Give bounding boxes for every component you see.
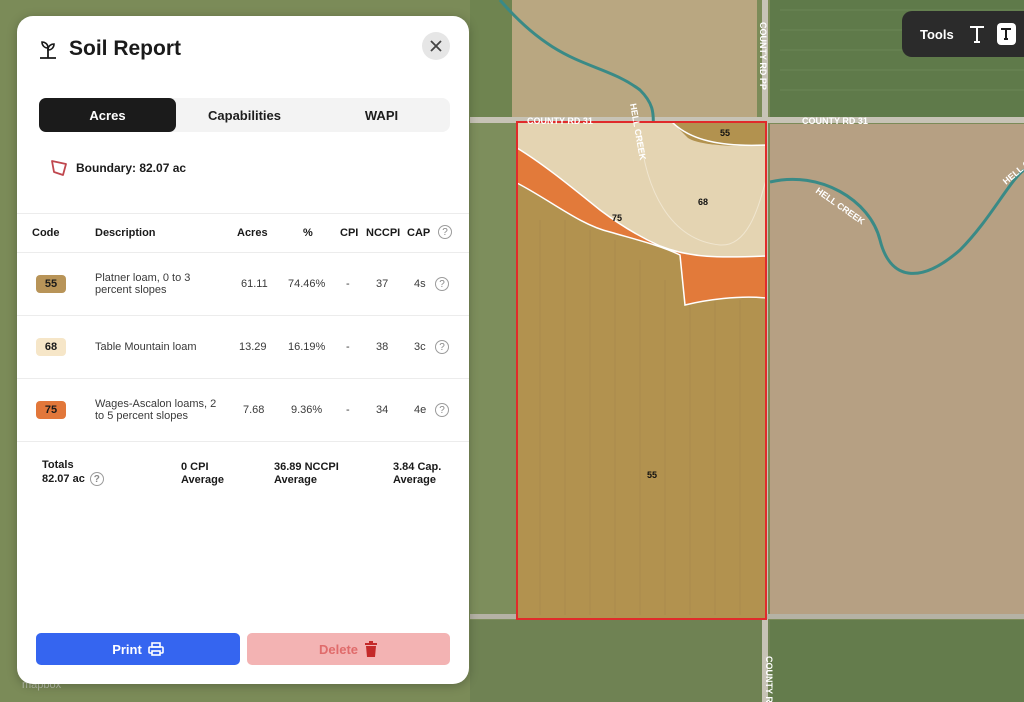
text-icon	[970, 26, 985, 43]
soil-percent: 9.36%	[291, 404, 323, 416]
soil-cpi: -	[346, 341, 350, 353]
soil-cpi: -	[346, 404, 350, 416]
print-label: Print	[112, 641, 142, 657]
totals-cap: 3.84 Cap. Average	[393, 461, 441, 487]
tools-label: Tools	[920, 26, 954, 42]
header-description: Description	[95, 227, 156, 239]
delete-button[interactable]: Delete	[247, 633, 450, 665]
delete-label: Delete	[318, 641, 359, 657]
soil-cpi: -	[346, 278, 350, 290]
boundary-text: Boundary: 82.07 ac	[76, 161, 187, 175]
print-button[interactable]: Print	[36, 633, 240, 665]
totals-label-block: Totals 82.07 ac ?	[42, 459, 104, 486]
tab-wapi[interactable]: WAPI	[313, 98, 450, 132]
tools-toolbar: Tools	[902, 11, 1024, 57]
totals-cpi-caption: Average	[181, 474, 225, 486]
close-button[interactable]	[422, 32, 450, 60]
soil-code-badge: 55	[36, 275, 66, 293]
printer-icon	[148, 642, 164, 656]
cap-help-icon[interactable]: ?	[438, 225, 452, 239]
table-row: 55 Platner loam, 0 to 3 percent slopes 6…	[17, 253, 469, 315]
soil-nccpi: 37	[376, 278, 389, 290]
zone-label: 68	[698, 197, 708, 207]
road-label: COUNTY RD 31	[527, 116, 593, 126]
text-box-tool-button[interactable]	[996, 23, 1016, 45]
soil-nccpi: 38	[376, 341, 389, 353]
soil-cap: 3c	[414, 341, 426, 353]
boundary-polygon-icon	[51, 160, 67, 176]
totals-nccpi-caption: Average	[274, 474, 318, 486]
table-row: 68 Table Mountain loam 13.29 16.19% - 38…	[17, 316, 469, 378]
report-tabs: Acres Capabilities WAPI	[39, 98, 450, 132]
totals-label: Totals	[42, 459, 74, 471]
panel-title: Soil Report	[69, 37, 182, 60]
totals-help-icon[interactable]: ?	[89, 472, 104, 486]
header-cap: CAP	[407, 227, 431, 239]
totals-cap-value: 3.84 Cap.	[393, 461, 442, 473]
soil-description: Wages-Ascalon loams, 2 to 5 percent slop…	[95, 398, 217, 422]
road-label: COUNTY RD PP	[758, 22, 768, 90]
divider	[17, 441, 469, 442]
header-acres: Acres	[237, 227, 268, 239]
trash-icon	[365, 641, 378, 657]
soil-acres: 61.11	[241, 278, 268, 290]
soil-nccpi: 34	[376, 404, 389, 416]
header-cpi: CPI	[340, 227, 359, 239]
totals-nccpi: 36.89 NCCPI Average	[274, 461, 339, 487]
totals-cpi-value: 0 CPI	[181, 461, 209, 473]
text-box-icon	[1001, 28, 1012, 40]
panel-header: Soil Report	[37, 36, 181, 62]
soil-cap: 4e	[414, 404, 427, 416]
zone-label: 55	[720, 128, 730, 138]
cap-help-icon[interactable]: ?	[435, 403, 449, 417]
totals-cpi: 0 CPI Average	[181, 461, 224, 487]
soil-acres: 7.68	[243, 404, 265, 416]
table-row: 75 Wages-Ascalon loams, 2 to 5 percent s…	[17, 379, 469, 441]
close-icon	[430, 40, 442, 52]
header-code: Code	[32, 227, 60, 239]
soil-cap: 4s	[414, 278, 426, 290]
soil-acres: 13.29	[239, 341, 267, 353]
zone-label: 75	[612, 213, 622, 223]
soil-percent: 16.19%	[288, 341, 326, 353]
soil-code-badge: 68	[36, 338, 66, 356]
soil-description: Platner loam, 0 to 3 percent slopes	[95, 272, 191, 296]
cap-help-icon[interactable]: ?	[435, 277, 449, 291]
boundary-summary: Boundary: 82.07 ac	[50, 158, 186, 178]
header-nccpi: NCCPI	[366, 227, 401, 239]
zone-label: 55	[647, 470, 657, 480]
soil-code-badge: 75	[36, 401, 66, 419]
totals-cap-caption: Average	[393, 474, 437, 486]
header-percent: %	[303, 227, 313, 239]
soil-report-panel: Soil Report Acres Capabilities WAPI Boun…	[17, 16, 469, 684]
soil-description: Table Mountain loam	[95, 341, 197, 353]
totals-acres: 82.07 ac	[42, 472, 85, 485]
soil-percent: 74.46%	[288, 278, 326, 290]
divider	[17, 213, 469, 214]
cap-help-icon[interactable]: ?	[435, 340, 449, 354]
road-label: COUNTY RD 31	[802, 116, 868, 126]
tab-acres[interactable]: Acres	[39, 98, 176, 132]
road-label: COUNTY RD PP	[764, 656, 774, 702]
plant-icon	[40, 41, 56, 59]
totals-nccpi-value: 36.89 NCCPI	[274, 461, 339, 473]
tab-capabilities[interactable]: Capabilities	[176, 98, 313, 132]
text-tool-button[interactable]	[966, 21, 989, 47]
